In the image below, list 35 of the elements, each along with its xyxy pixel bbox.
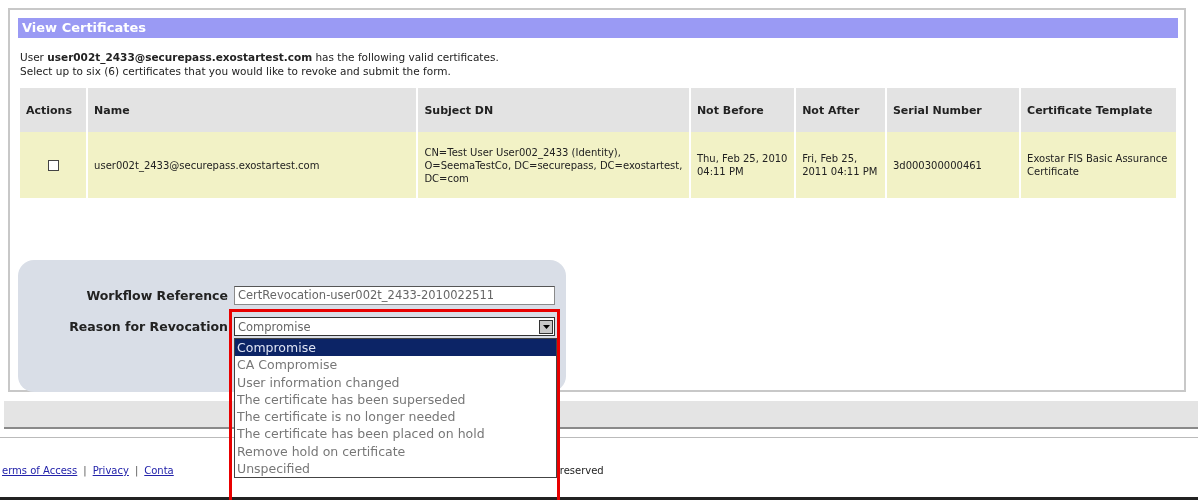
footer-link[interactable]: Conta [144,465,174,476]
dropdown-option[interactable]: The certificate has been superseded [235,390,556,409]
table-cell: Fri, Feb 25, 2011 04:11 PM [796,132,885,198]
separator: | [134,465,139,476]
row-checkbox[interactable] [47,160,59,171]
dropdown-option[interactable]: Compromise [235,339,556,357]
table-cell: 3d000300000461 [886,132,1020,198]
table-cell: user002t_2433@securepass.exostartest.com [88,132,417,198]
column-header: Certificate Template [1021,88,1176,132]
dropdown-option[interactable]: The certificate has been placed on hold [235,425,556,443]
field-label: Workflow Reference [85,288,228,303]
table-cell: CN=Test User User002_2433 (Identity), O=SeemaTestCo, DC=securepass, DC=exostartest, DC=com [418,132,689,198]
column-header: Not After [796,88,885,132]
dropdown-option[interactable]: CA Compromise [235,356,556,374]
field-label: Reason for Revocation [68,319,228,334]
reason-dropdown[interactable]: Compromise [234,317,555,336]
dropdown-option[interactable]: Remove hold on certificate [235,442,556,461]
footer-link[interactable]: Privacy [92,465,129,476]
column-header: Not Before [690,88,795,132]
column-header: Name [88,88,417,132]
dropdown-option[interactable]: User information changed [235,373,556,391]
footer-link[interactable]: erms of Access [2,465,78,476]
column-header: Actions [20,88,87,132]
column-header: Subject DN [418,88,689,132]
instruction-text: Select up to six (6) certificates that you would like to revoke and submit the form. [20,64,452,78]
dropdown-option[interactable]: The certificate is no longer needed [235,408,556,426]
panel-title: View Certificates [18,18,1178,38]
separator: | [83,465,87,476]
table-cell: Exostar FIS Basic Assurance Certificate [1021,132,1176,198]
workflow-reference-field[interactable]: CertRevocation-user002t_2433-2010022511 [234,286,555,305]
dropdown-option[interactable]: Unspecified [235,460,556,478]
intro-text: User user002t_2433@securepass.exostartest.com has the following valid certificates. [20,50,500,64]
table-cell: Thu, Feb 25, 2010 04:11 PM [690,132,795,198]
footer-text: reserved [559,465,604,476]
column-header: Serial Number [886,88,1020,132]
